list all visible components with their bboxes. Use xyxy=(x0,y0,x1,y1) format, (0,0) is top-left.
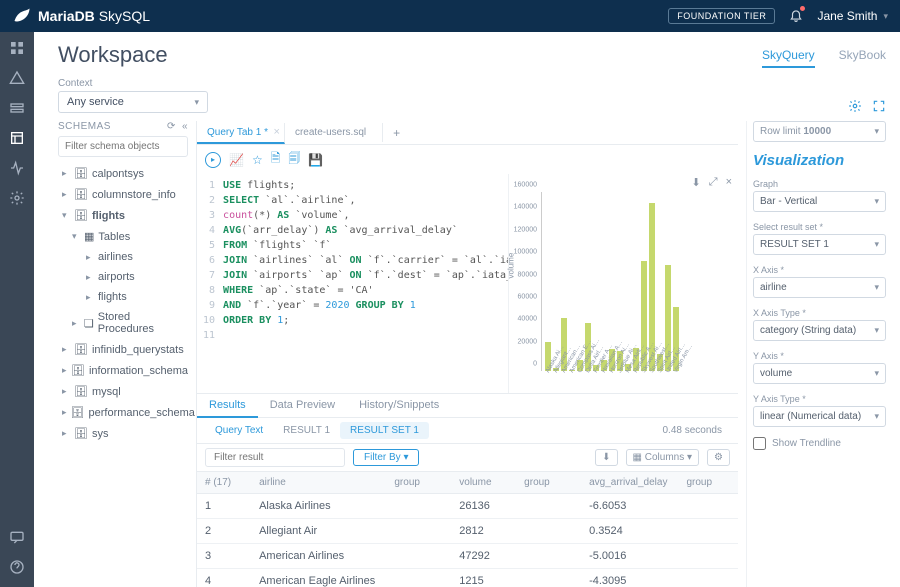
context-select[interactable]: Any service▾ xyxy=(58,91,208,113)
resultset-select[interactable]: RESULT SET 1▾ xyxy=(753,234,886,255)
topbar: MariaDB SkySQL FOUNDATION TIER Jane Smit… xyxy=(0,0,900,32)
schema-panel: SCHEMAS ⟳ « ▸🗄calpontsys ▸🗄columnstore_i… xyxy=(58,121,188,587)
subtab-query-text[interactable]: Query Text xyxy=(205,422,273,439)
tab-results[interactable]: Results xyxy=(197,394,258,418)
notifications-icon[interactable] xyxy=(789,8,803,25)
dashboard-icon[interactable] xyxy=(9,40,25,56)
tree-db-calpontsys[interactable]: ▸🗄calpontsys xyxy=(58,163,188,184)
row-limit-select[interactable]: Row limit 10000▾ xyxy=(753,121,886,142)
tree-db-infoschema[interactable]: ▸🗄information_schema xyxy=(58,360,188,381)
visualization-panel: Row limit 10000▾ Visualization Graph Bar… xyxy=(746,121,886,587)
page-title: Workspace xyxy=(58,42,168,68)
tree-stored-procedures[interactable]: ▸❏Stored Procedures xyxy=(58,307,188,339)
tree-table-flights[interactable]: ▸flights xyxy=(58,287,188,307)
chart-close-icon[interactable]: × xyxy=(726,176,732,189)
ytype-select[interactable]: linear (Numerical data)▾ xyxy=(753,406,886,427)
run-button[interactable]: ▸ xyxy=(205,152,221,168)
settings-icon[interactable] xyxy=(9,190,25,206)
tree-db-sys[interactable]: ▸🗄sys xyxy=(58,423,188,444)
snippet-icon[interactable]: 🗎 xyxy=(271,149,281,170)
tree-table-airlines[interactable]: ▸airlines xyxy=(58,247,188,267)
seal-icon xyxy=(12,6,32,26)
tier-badge: FOUNDATION TIER xyxy=(668,8,775,24)
tree-db-perfschema[interactable]: ▸🗄performance_schema xyxy=(58,402,188,423)
brand-logo: MariaDB SkySQL xyxy=(12,6,150,26)
tree-db-flights[interactable]: ▾🗄flights xyxy=(58,205,188,226)
chart-preview: ⬇ ⤢ × volume 020000400006000080000100000… xyxy=(508,174,738,393)
chart-download-icon[interactable]: ⬇ xyxy=(692,176,701,189)
table-row[interactable]: 2Allegiant Air28120.3524 xyxy=(197,519,738,544)
visualize-icon[interactable]: 📈 xyxy=(229,153,244,167)
graph-type-select[interactable]: Bar - Vertical▾ xyxy=(753,191,886,212)
chart-expand-icon[interactable]: ⤢ xyxy=(709,176,718,189)
tree-db-infinidb[interactable]: ▸🗄infinidb_querystats xyxy=(58,339,188,360)
tree-db-mysql[interactable]: ▸🗄mysql xyxy=(58,381,188,402)
subtab-result1[interactable]: RESULT 1 xyxy=(273,422,340,439)
tab-skyquery[interactable]: SkyQuery xyxy=(762,48,815,68)
tab-skybook[interactable]: SkyBook xyxy=(839,48,886,68)
schema-search-input[interactable] xyxy=(58,136,188,157)
alerts-icon[interactable] xyxy=(9,70,25,86)
tab-history[interactable]: History/Snippets xyxy=(347,394,451,417)
viz-title: Visualization xyxy=(753,152,886,169)
collapse-panel-icon[interactable]: « xyxy=(182,121,188,132)
services-icon[interactable] xyxy=(9,100,25,116)
close-icon[interactable]: × xyxy=(274,126,280,138)
tree-db-columnstore[interactable]: ▸🗄columnstore_info xyxy=(58,184,188,205)
nav-tabs: SkyQuery SkyBook xyxy=(762,48,886,68)
export-icon[interactable]: 🗐 xyxy=(288,149,300,170)
save-icon[interactable]: 💾 xyxy=(308,153,323,167)
new-tab-button[interactable]: + xyxy=(383,126,410,140)
editor-tab-query1[interactable]: Query Tab 1 *× xyxy=(197,123,285,144)
context-label: Context xyxy=(58,78,208,89)
xaxis-select[interactable]: airline▾ xyxy=(753,277,886,298)
table-row[interactable]: 4American Eagle Airlines1215-4.3095 xyxy=(197,569,738,587)
schema-title: SCHEMAS xyxy=(58,121,111,132)
tree-tables[interactable]: ▾▦Tables xyxy=(58,226,188,247)
tab-data-preview[interactable]: Data Preview xyxy=(258,394,347,417)
fullscreen-icon[interactable] xyxy=(872,99,886,113)
table-row[interactable]: 1Alaska Airlines26136-6.6053 xyxy=(197,494,738,519)
favorite-icon[interactable]: ☆ xyxy=(252,153,263,167)
results-settings-button[interactable]: ⚙ xyxy=(707,449,730,466)
filter-by-button[interactable]: Filter By ▾ xyxy=(353,449,419,466)
filter-result-input[interactable] xyxy=(205,448,345,467)
results-table: # (17) airline group volume group avg_ar… xyxy=(197,472,738,587)
chat-icon[interactable] xyxy=(9,529,25,545)
editor-tab-createusers[interactable]: create-users.sql xyxy=(285,123,383,142)
table-row[interactable]: 3American Airlines47292-5.0016 xyxy=(197,544,738,569)
left-rail xyxy=(0,32,34,587)
trendline-checkbox[interactable] xyxy=(753,437,766,450)
duration-label: 0.48 seconds xyxy=(663,425,723,436)
columns-button[interactable]: ▦ Columns ▾ xyxy=(626,449,700,466)
workspace-icon[interactable] xyxy=(9,130,25,146)
sql-editor[interactable]: 1234567891011 USE flights; SELECT `al`.`… xyxy=(197,174,508,393)
download-results-button[interactable]: ⬇ xyxy=(595,449,617,466)
subtab-resultset1[interactable]: RESULT SET 1 xyxy=(340,422,429,439)
editor-panel: Query Tab 1 *× create-users.sql + ▸ 📈 ☆ … xyxy=(196,121,738,587)
activity-icon[interactable] xyxy=(9,160,25,176)
help-icon[interactable] xyxy=(9,559,25,575)
yaxis-select[interactable]: volume▾ xyxy=(753,363,886,384)
xtype-select[interactable]: category (String data)▾ xyxy=(753,320,886,341)
refresh-icon[interactable]: ⟳ xyxy=(167,121,176,132)
chart-bars xyxy=(545,192,732,371)
tree-table-airports[interactable]: ▸airports xyxy=(58,267,188,287)
user-menu[interactable]: Jane Smith▾ xyxy=(817,9,888,23)
gear-icon[interactable] xyxy=(848,99,862,113)
